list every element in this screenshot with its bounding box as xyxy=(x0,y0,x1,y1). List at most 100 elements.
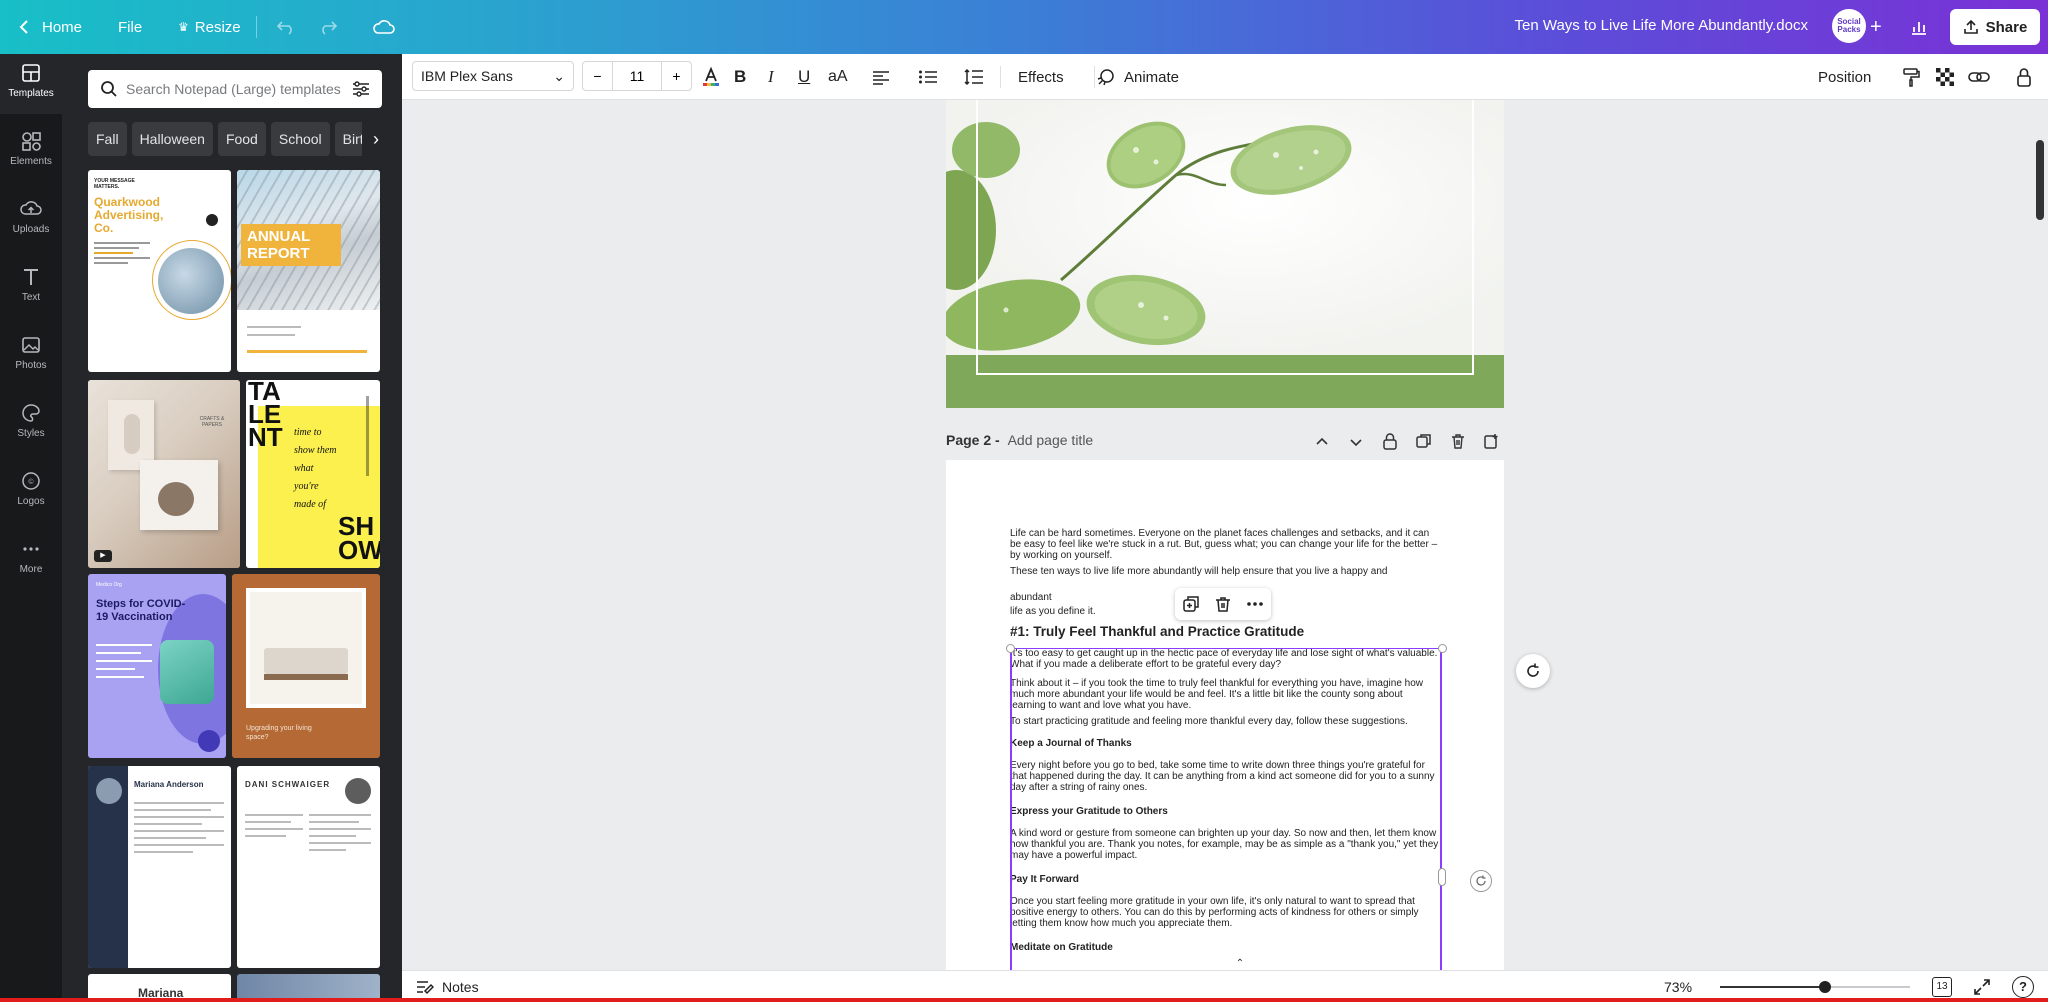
list-button[interactable] xyxy=(918,54,938,100)
show-pages-button[interactable]: ⌃ xyxy=(1216,958,1264,970)
rail-item-logos[interactable]: © Logos xyxy=(0,462,62,522)
filter-icon[interactable] xyxy=(352,81,370,97)
paint-format-button[interactable] xyxy=(1902,54,1920,100)
add-page-icon[interactable] xyxy=(1484,433,1500,449)
bar-chart-icon xyxy=(1912,22,1926,35)
align-button[interactable] xyxy=(872,54,890,100)
trash-icon[interactable] xyxy=(1450,433,1466,449)
resize-handle[interactable] xyxy=(1006,644,1015,653)
add-collaborator-button[interactable]: + xyxy=(1870,0,1882,54)
doc-subheading[interactable]: Express your Gratitude to Others xyxy=(1010,806,1440,817)
template-thumbnail[interactable]: Upgrading your living space? xyxy=(232,574,380,758)
position-button[interactable]: Position xyxy=(1818,54,1871,100)
animate-label: Animate xyxy=(1124,68,1180,86)
doc-paragraph[interactable]: Once you start feeling more gratitude in… xyxy=(1010,896,1440,929)
link-button[interactable] xyxy=(1968,54,1990,100)
insights-button[interactable] xyxy=(1910,0,1928,54)
resize-button[interactable]: ♛ Resize xyxy=(178,0,241,54)
template-thumbnail[interactable]: DANI SCHWAIGER xyxy=(237,766,380,968)
rail-item-uploads[interactable]: Uploads xyxy=(0,190,62,250)
file-menu[interactable]: File xyxy=(118,0,142,54)
rail-item-elements[interactable]: Elements xyxy=(0,122,62,182)
spacing-button[interactable] xyxy=(964,54,984,100)
chevron-down-icon[interactable] xyxy=(1348,434,1364,450)
chip-halloween[interactable]: Halloween xyxy=(131,122,213,156)
vertical-scrollbar[interactable] xyxy=(2036,140,2044,220)
avatar[interactable]: Social Packs xyxy=(1832,9,1866,43)
chevron-down-icon: ⌄ xyxy=(553,68,565,84)
lock-button[interactable] xyxy=(2016,54,2032,100)
editor-canvas[interactable]: Page 2 - Add page title Life can be hard… xyxy=(402,100,2048,970)
home-button[interactable]: Home xyxy=(18,0,82,54)
sofa-base xyxy=(264,674,348,680)
page-1[interactable] xyxy=(946,100,1504,408)
doc-paragraph[interactable]: These ten ways to live life more abundan… xyxy=(1010,566,1440,577)
doc-paragraph[interactable]: Think about it – if you took the time to… xyxy=(1010,678,1440,711)
template-lines xyxy=(96,644,152,678)
zoom-slider-knob[interactable] xyxy=(1818,981,1831,993)
animate-button[interactable]: Animate xyxy=(1096,54,1179,100)
doc-subheading[interactable]: Keep a Journal of Thanks xyxy=(1010,738,1440,749)
more-options-icon[interactable] xyxy=(1246,595,1264,613)
font-family-select[interactable]: IBM Plex Sans ⌄ xyxy=(412,61,574,91)
page-count-button[interactable]: 13 xyxy=(1932,977,1952,997)
doc-paragraph[interactable]: Every night before you go to bed, take s… xyxy=(1010,760,1440,793)
bold-button[interactable]: B xyxy=(734,54,746,100)
chip-school[interactable]: School xyxy=(270,122,330,156)
font-size-input[interactable]: 11 xyxy=(613,62,661,90)
side-resize-handle[interactable] xyxy=(1438,868,1446,886)
share-button[interactable]: Share xyxy=(1950,9,2040,45)
chips-next-button[interactable]: › xyxy=(362,122,390,156)
doc-paragraph[interactable]: Life can be hard sometimes. Everyone on … xyxy=(1010,528,1440,561)
rail-item-templates[interactable]: Templates xyxy=(0,54,62,114)
chip-fall[interactable]: Fall xyxy=(88,122,127,156)
rail-item-more[interactable]: More xyxy=(0,530,62,590)
template-search[interactable]: Search Notepad (Large) templates xyxy=(88,70,382,108)
element-actions-bar xyxy=(1175,588,1271,620)
text-icon xyxy=(24,269,38,285)
template-thumbnail[interactable]: Mariana Anderson xyxy=(88,766,231,968)
effects-button[interactable]: Effects xyxy=(1018,54,1064,100)
template-thumbnail[interactable]: TA LE NT time to show them what you're m… xyxy=(246,380,380,568)
chevron-up-icon[interactable] xyxy=(1314,434,1330,450)
doc-paragraph[interactable]: A kind word or gesture from someone can … xyxy=(1010,828,1440,861)
rail-item-styles[interactable]: Styles xyxy=(0,394,62,454)
italic-button[interactable]: I xyxy=(768,54,774,100)
doc-heading[interactable]: #1: Truly Feel Thankful and Practice Gra… xyxy=(1010,624,1440,639)
rail-item-photos[interactable]: Photos xyxy=(0,326,62,386)
lock-icon[interactable] xyxy=(1382,433,1398,450)
duplicate-page-icon[interactable] xyxy=(1416,433,1432,449)
undo-button[interactable] xyxy=(276,0,296,54)
page-title-input[interactable]: Add page title xyxy=(1008,432,1094,448)
search-input[interactable]: Search Notepad (Large) templates xyxy=(126,81,344,97)
doc-paragraph[interactable]: To start practicing gratitude and feelin… xyxy=(1010,716,1440,727)
duplicate-icon[interactable] xyxy=(1182,595,1200,613)
refresh-layout-button[interactable] xyxy=(1470,870,1492,892)
resize-handle[interactable] xyxy=(1438,644,1447,653)
letter-case-button[interactable]: aA xyxy=(828,54,848,100)
template-thumbnail[interactable]: YOUR MESSAGE MATTERS. Quarkwood Advertis… xyxy=(88,170,231,372)
doc-paragraph[interactable]: It's too easy to get caught up in the he… xyxy=(1010,648,1440,670)
decrease-size-button[interactable]: − xyxy=(583,62,613,90)
transparency-button[interactable] xyxy=(1936,54,1954,100)
underline-button[interactable]: U xyxy=(798,54,810,100)
doc-subheading[interactable]: Meditate on Gratitude xyxy=(1010,942,1440,953)
document-title[interactable]: Ten Ways to Live Life More Abundantly.do… xyxy=(1515,17,1809,34)
zoom-level[interactable]: 73% xyxy=(1664,979,1692,995)
cloud-save-button[interactable] xyxy=(372,0,396,54)
template-thumbnail[interactable]: CRAFTS & PAPERS ▶ xyxy=(88,380,240,568)
template-thumbnail[interactable]: Medico Org Steps for COVID-19 Vaccinatio… xyxy=(88,574,226,758)
rail-item-text[interactable]: Text xyxy=(0,258,62,318)
doc-subheading[interactable]: Pay It Forward xyxy=(1010,874,1440,885)
redo-button[interactable] xyxy=(318,0,338,54)
chip-food[interactable]: Food xyxy=(217,122,266,156)
increase-size-button[interactable]: + xyxy=(661,62,691,90)
trash-icon[interactable] xyxy=(1214,595,1232,613)
zoom-slider[interactable] xyxy=(1720,981,1910,993)
help-button[interactable]: ? xyxy=(2012,976,2034,998)
page-2[interactable]: Life can be hard sometimes. Everyone on … xyxy=(946,460,1504,970)
rotate-button[interactable] xyxy=(1516,654,1550,688)
text-color-button[interactable] xyxy=(700,54,722,100)
vase-shape xyxy=(124,414,140,454)
template-thumbnail[interactable]: ANNUAL REPORT xyxy=(237,170,380,372)
